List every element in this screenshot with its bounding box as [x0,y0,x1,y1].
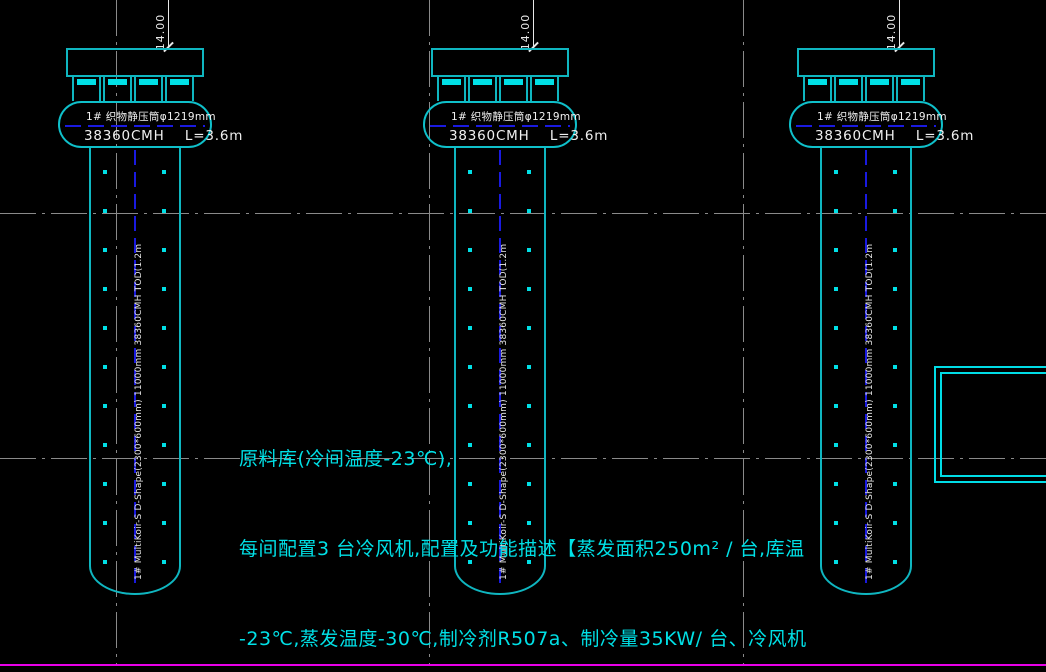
outlet-funnel [165,77,194,101]
air-cooler-unit-1[interactable]: 14.00 1# 织物静压筒φ1219mm 38360CMH L=3.6m 1#… [58,0,212,610]
plenum-centerline [65,125,205,127]
outlet-funnel [896,77,925,101]
cad-drawing-canvas: 14.00 1# 织物静压筒φ1219mm 38360CMH L=3.6m 1#… [0,0,1046,672]
outlet-funnel [437,77,466,101]
funnel-bar [839,79,858,85]
bottom-boundary-line [0,664,1046,666]
duct-label: 1# MultiKoir-S D-Shape(2300*600mm) 11000… [134,288,144,580]
fan-housing [66,48,204,77]
cold-room-spec-notes[interactable]: 原料库(冷间温度-23℃), 每间配置3 台冷风机,配置及功能描述【蒸发面积25… [239,384,807,672]
dimension-value: 14.00 [519,11,531,53]
air-cooler-unit-3[interactable]: 14.00 1# 织物静压筒φ1219mm 38360CMH L=3.6m 1#… [789,0,943,610]
outlet-funnel [103,77,132,101]
plenum-label: 1# 织物静压筒φ1219mm [86,109,216,124]
funnel-bar [77,79,96,85]
note-line: -23℃,蒸发温度-30℃,制冷剂R507a、制冷量35KW/ 台、冷风机 [239,624,807,654]
outlet-funnel [865,77,894,101]
dimension-value: 14.00 [885,11,897,53]
outlet-funnel [499,77,528,101]
funnel-bar [108,79,127,85]
plenum-specs: 38360CMH L=3.6m [84,128,243,144]
plenum-label: 1# 织物静压筒φ1219mm [451,109,581,124]
dimension-line [533,0,534,48]
note-line: 原料库(冷间温度-23℃), [239,444,807,474]
funnel-bar [535,79,554,85]
funnel-bar [473,79,492,85]
fan-housing [797,48,935,77]
duct-dots-left [834,170,838,566]
funnel-bar [139,79,158,85]
outlet-funnel [803,77,832,101]
plenum-centerline [430,125,570,127]
dimension-line [899,0,900,48]
plenum-cylinder: 1# 织物静压筒φ1219mm 38360CMH L=3.6m [423,101,577,148]
funnel-bar [901,79,920,85]
plenum-specs: 38360CMH L=3.6m [449,128,608,144]
duct-dots-left [103,170,107,566]
outlet-funnel [834,77,863,101]
note-line: 每间配置3 台冷风机,配置及功能描述【蒸发面积250m² / 台,库温 [239,534,807,564]
funnel-bar [808,79,827,85]
funnel-bar [870,79,889,85]
outlet-funnel [468,77,497,101]
duct-dots-right [162,170,166,566]
plenum-centerline [796,125,936,127]
outlet-funnel [530,77,559,101]
plenum-cylinder: 1# 织物静压筒φ1219mm 38360CMH L=3.6m [58,101,212,148]
plenum-label: 1# 织物静压筒φ1219mm [817,109,947,124]
outlet-funnel [72,77,101,101]
funnel-bar [170,79,189,85]
plenum-cylinder: 1# 织物静压筒φ1219mm 38360CMH L=3.6m [789,101,943,148]
outlet-funnel [134,77,163,101]
duct-dots-right [893,170,897,566]
funnel-bar [442,79,461,85]
dimension-value: 14.00 [154,11,166,53]
duct-label: 1# MultiKoir-S D-Shape(2300*600mm) 11000… [865,288,875,580]
wall-rectangle-inner [940,372,1046,477]
funnel-bar [504,79,523,85]
dimension-line [168,0,169,48]
fan-housing [431,48,569,77]
plenum-specs: 38360CMH L=3.6m [815,128,974,144]
